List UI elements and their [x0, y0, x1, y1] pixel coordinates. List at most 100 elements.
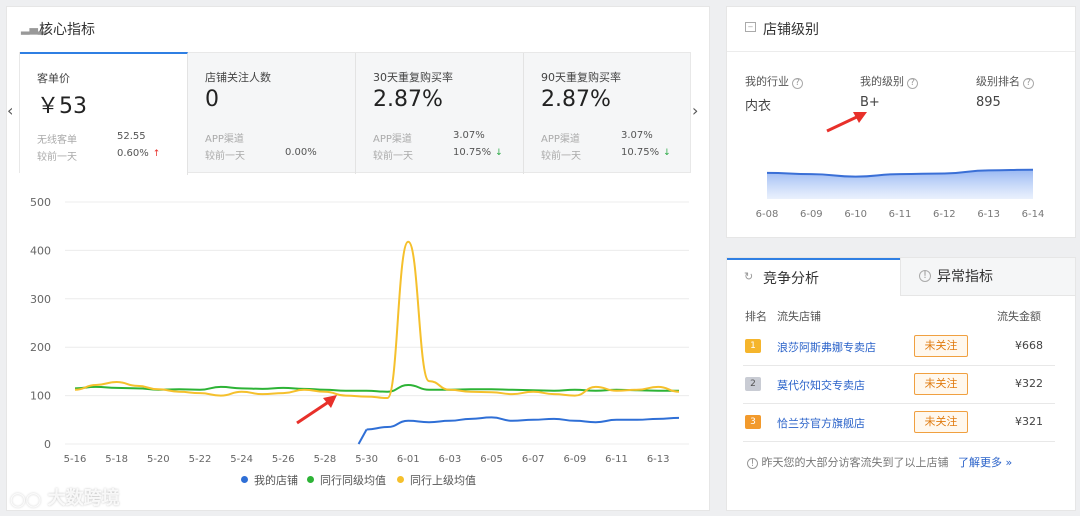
rank-crown-icon: 3 — [745, 415, 761, 429]
metric-label: 客单价 — [37, 72, 70, 85]
x-tick-label: 6-11 — [889, 209, 912, 220]
x-tick-label: 6-05 — [480, 454, 503, 465]
industry-label: 我的行业? — [745, 73, 803, 89]
table-row: 1 浪莎阿斯弗娜专卖店 未关注 ¥668 — [743, 328, 1055, 366]
metric-sub-label: 较前一天 — [373, 151, 413, 162]
alert-icon: ! — [919, 270, 931, 282]
x-tick-label: 5-20 — [147, 454, 170, 465]
store-grade-panel: − 店铺级别 我的行业? 内衣 我的级别? B+ 级别排名? 895 6-08 6… — [726, 6, 1076, 238]
level-label: 我的级别? — [860, 73, 918, 89]
metric-value: 2.87% — [373, 87, 443, 112]
metric-sub-label: APP渠道 — [373, 134, 412, 145]
legend-dot — [241, 476, 248, 483]
competition-panel: 竞争分析 ↻ 异常指标 ! 排名 流失店铺 流失金额 1 浪莎阿斯弗娜专卖店 未… — [726, 257, 1076, 511]
follow-button[interactable]: 未关注 — [914, 411, 968, 433]
metric-sub-label: 较前一天 — [37, 152, 77, 163]
series-line — [366, 416, 680, 431]
y-tick-label: 500 — [30, 196, 51, 209]
trend-line-chart: 500 400 300 200 100 0 5-16 5-18 5-20 5-22 5-24 5-26… — [30, 196, 689, 465]
x-tick-label: 6-14 — [1022, 209, 1045, 220]
x-tick-label: 5-24 — [230, 454, 253, 465]
metric-change-value: 10.75% — [621, 147, 660, 158]
x-tick-label: 6-11 — [605, 454, 628, 465]
metric-change-value: 0.60% — [117, 148, 149, 159]
watermark-text: 大数跨境 — [47, 488, 120, 509]
table-row: 2 莫代尔知交专卖店 未关注 ¥322 — [743, 366, 1055, 404]
shop-link[interactable]: 莫代尔知交专卖店 — [777, 377, 865, 393]
watermark-logo: ◯◯ 大数跨境 — [10, 484, 120, 510]
column-header-shop: 流失店铺 — [777, 310, 821, 323]
core-metrics-panel: ▂▄▂ 核心指标 ‹ › 客单价 ￥53 无线客单 52.55 较前一天 0.6… — [6, 6, 710, 511]
x-tick-label: 6-07 — [522, 454, 545, 465]
metric-value: 2.87% — [541, 87, 611, 112]
arrow-up-icon: ↑ — [152, 149, 161, 159]
follow-button[interactable]: 未关注 — [914, 373, 968, 395]
annotation-arrow-icon — [296, 395, 337, 425]
tab-label: 异常指标 — [937, 269, 993, 285]
logo-icon: ◯◯ — [10, 492, 42, 508]
rank-crown-icon: 1 — [745, 339, 761, 353]
next-arrow-icon[interactable]: › — [692, 101, 698, 120]
metric-sub-label: 较前一天 — [205, 151, 245, 162]
prev-arrow-icon[interactable]: ‹ — [7, 101, 13, 120]
x-tick-label: 5-16 — [64, 454, 87, 465]
metric-value: ￥53 — [37, 94, 87, 119]
x-tick-label: 6-13 — [647, 454, 670, 465]
industry-value: 内衣 — [745, 99, 772, 114]
legend-label: 同行上级均值 — [410, 474, 476, 487]
x-tick-label: 6-12 — [933, 209, 956, 220]
metric-sub-value: 52.55 — [117, 131, 146, 142]
legend-item-peer-same[interactable]: 同行同级均值 — [307, 472, 386, 488]
metric-change-value: 0.00% — [285, 147, 317, 158]
metric-tab-avg-price[interactable]: 客单价 ￥53 无线客单 52.55 较前一天 0.60% ↑ — [20, 52, 188, 175]
metric-sub-value: 3.07% — [621, 130, 653, 141]
metric-tab-followers[interactable]: 店铺关注人数 0 APP渠道 较前一天 0.00% — [188, 53, 356, 174]
help-icon[interactable]: ? — [1023, 78, 1034, 89]
help-icon[interactable]: ? — [792, 78, 803, 89]
panel-title: 核心指标 — [39, 22, 95, 38]
x-tick-label: 6-13 — [977, 209, 1000, 220]
metric-tab-repurchase-30[interactable]: 30天重复购买率 2.87% APP渠道 3.07% 较前一天 10.75% ↓ — [356, 53, 524, 174]
annotation-arrow-icon — [826, 112, 867, 133]
loss-amount: ¥321 — [1015, 415, 1043, 428]
arrow-down-icon: ↓ — [495, 148, 503, 158]
rank-crown-icon: 2 — [745, 377, 761, 391]
legend-label: 我的店铺 — [254, 474, 298, 487]
series-line-segment — [357, 428, 368, 445]
metric-value: 0 — [205, 87, 219, 112]
tab-label: 竞争分析 — [763, 271, 819, 287]
legend-dot — [397, 476, 404, 483]
follow-button[interactable]: 未关注 — [914, 335, 968, 357]
x-tick-label: 5-30 — [355, 454, 378, 465]
x-tick-label: 5-22 — [189, 454, 212, 465]
y-tick-label: 300 — [30, 293, 51, 306]
panel-title: 店铺级别 — [763, 22, 819, 38]
metric-tab-repurchase-90[interactable]: 90天重复购买率 2.87% APP渠道 3.07% 较前一天 10.75% ↓ — [524, 53, 692, 174]
x-tick-label: 6-09 — [800, 209, 823, 220]
arrow-down-icon: ↓ — [663, 148, 671, 158]
rank-label: 级别排名? — [976, 73, 1034, 89]
metric-sub-value: 3.07% — [453, 130, 485, 141]
x-tick-label: 6-09 — [564, 454, 587, 465]
y-tick-label: 0 — [44, 438, 51, 451]
legend-item-peer-upper[interactable]: 同行上级均值 — [397, 472, 476, 488]
metric-sub-label: 较前一天 — [541, 151, 581, 162]
legend-dot — [307, 476, 314, 483]
learn-more-link[interactable]: 了解更多 » — [958, 456, 1012, 469]
y-tick-label: 100 — [30, 390, 51, 403]
legend-label: 同行同级均值 — [320, 474, 386, 487]
loss-amount: ¥322 — [1015, 377, 1043, 390]
info-icon: ! — [747, 458, 758, 469]
shop-link[interactable]: 浪莎阿斯弗娜专卖店 — [777, 339, 876, 355]
help-icon[interactable]: ? — [907, 78, 918, 89]
x-tick-label: 6-10 — [844, 209, 867, 220]
shop-link[interactable]: 恰兰芬官方旗舰店 — [777, 415, 865, 431]
store-icon: − — [745, 22, 756, 32]
rank-value: 895 — [976, 95, 1001, 110]
metric-label: 30天重复购买率 — [373, 71, 453, 84]
column-header-amount: 流失金额 — [997, 310, 1041, 323]
metric-label: 90天重复购买率 — [541, 71, 621, 84]
legend-item-my-store[interactable]: 我的店铺 — [241, 472, 298, 488]
metric-change-value: 10.75% — [453, 147, 492, 158]
loss-amount: ¥668 — [1015, 339, 1043, 352]
